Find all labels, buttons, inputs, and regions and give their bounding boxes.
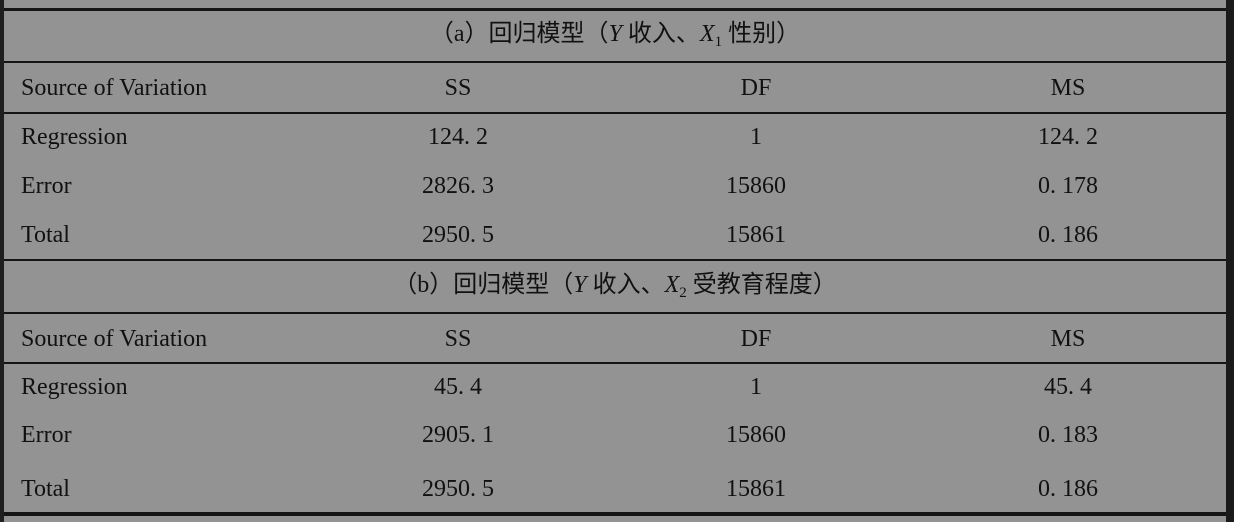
row-ss: 2950. 5 <box>422 476 494 502</box>
anova-table: （a）回归模型（Y 收入、X1 性别） Source of Variation … <box>0 0 1234 522</box>
panel-a-column-rule <box>4 112 1226 114</box>
panel-a-caption: （a）回归模型（Y 收入、X1 性别） <box>4 14 1226 62</box>
row-ms: 0. 183 <box>1038 422 1098 448</box>
panel-a-caption-suffix: 性别） <box>722 21 801 47</box>
row-source: Total <box>21 476 70 502</box>
row-ss: 2950. 5 <box>422 222 494 248</box>
panel-b-column-rule <box>4 362 1226 364</box>
row-ss: 45. 4 <box>434 374 482 400</box>
row-ms: 124. 2 <box>1038 124 1098 150</box>
table-row: Regression 45. 4 1 45. 4 <box>4 367 1226 407</box>
table-row: Regression 124. 2 1 124. 2 <box>4 117 1226 157</box>
row-ms: 45. 4 <box>1044 374 1092 400</box>
panel-b-x-var: X <box>664 272 680 298</box>
panel-a-caption-mid: 收入、 <box>621 21 700 47</box>
row-ms: 0. 178 <box>1038 173 1098 199</box>
row-df: 1 <box>750 124 762 150</box>
panel-b-caption-prefix: （b）回归模型（ <box>393 272 574 298</box>
top-rule <box>4 8 1226 11</box>
row-ss: 124. 2 <box>428 124 488 150</box>
row-source: Total <box>21 222 70 248</box>
table-row: Error 2826. 3 15860 0. 178 <box>4 166 1226 206</box>
panel-b-caption-mid: 收入、 <box>586 272 665 298</box>
header-ss: SS <box>444 326 472 352</box>
panel-a-x-subscript: 1 <box>714 34 723 50</box>
row-df: 15861 <box>726 222 786 248</box>
table-row: Total 2950. 5 15861 0. 186 <box>4 215 1226 255</box>
row-df: 1 <box>750 374 762 400</box>
header-source: Source of Variation <box>21 75 208 101</box>
header-ss: SS <box>444 75 472 101</box>
panel-b-caption-suffix: 受教育程度） <box>686 272 837 298</box>
panel-a-caption-prefix: （a）回归模型（ <box>429 21 609 47</box>
panel-a-header-row: Source of Variation SS DF MS <box>4 68 1226 108</box>
row-ss: 2905. 1 <box>422 422 494 448</box>
row-df: 15860 <box>726 173 786 199</box>
header-ms: MS <box>1050 75 1086 101</box>
panel-b-caption: （b）回归模型（Y 收入、X2 受教育程度） <box>4 265 1226 313</box>
header-source: Source of Variation <box>21 326 208 352</box>
header-df: DF <box>740 75 772 101</box>
bottom-rule <box>4 512 1226 516</box>
panel-b-header-row: Source of Variation SS DF MS <box>4 319 1226 359</box>
panel-a-header-rule <box>4 61 1226 63</box>
row-ss: 2826. 3 <box>422 173 494 199</box>
panel-divider-rule <box>4 259 1226 261</box>
row-df: 15860 <box>726 422 786 448</box>
panel-b-y-var: Y <box>573 272 587 298</box>
panel-a-y-var: Y <box>608 21 622 47</box>
row-source: Regression <box>21 124 128 150</box>
table-row: Total 2950. 5 15861 0. 186 <box>4 469 1226 509</box>
header-df: DF <box>740 326 772 352</box>
panel-a-x-var: X <box>699 21 715 47</box>
row-source: Error <box>21 422 72 448</box>
right-border <box>1226 0 1234 522</box>
row-df: 15861 <box>726 476 786 502</box>
table-row: Error 2905. 1 15860 0. 183 <box>4 415 1226 455</box>
row-ms: 0. 186 <box>1038 222 1098 248</box>
row-source: Error <box>21 173 72 199</box>
panel-b-x-subscript: 2 <box>679 285 687 301</box>
panel-b-header-rule <box>4 312 1226 314</box>
row-source: Regression <box>21 374 128 400</box>
row-ms: 0. 186 <box>1038 476 1098 502</box>
header-ms: MS <box>1050 326 1086 352</box>
